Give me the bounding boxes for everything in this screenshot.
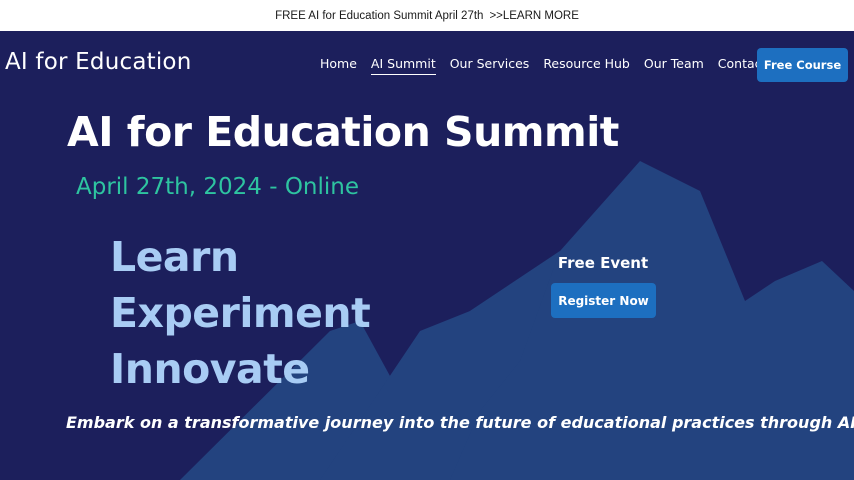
hero-words: Learn Experiment Innovate: [110, 229, 371, 397]
word-experiment: Experiment: [110, 289, 371, 337]
site-logo[interactable]: AI for Education: [5, 49, 191, 75]
free-event-label: Free Event: [557, 254, 649, 272]
top-nav: AI for Education Home AI Summit Our Serv…: [0, 31, 854, 99]
nav-item-resource-hub[interactable]: Resource Hub: [543, 56, 630, 75]
free-course-button[interactable]: Free Course: [757, 48, 848, 82]
register-now-button[interactable]: Register Now: [551, 283, 656, 318]
nav-item-home[interactable]: Home: [320, 56, 357, 75]
announcement-bar: FREE AI for Education Summit April 27th …: [0, 0, 854, 31]
hero-section: AI for Education Home AI Summit Our Serv…: [0, 31, 854, 480]
hero-tagline: Embark on a transformative journey into …: [66, 413, 854, 432]
word-learn: Learn: [110, 233, 239, 281]
announcement-text: FREE AI for Education Summit April 27th: [275, 9, 484, 22]
nav-item-ai-summit[interactable]: AI Summit: [370, 56, 436, 75]
nav-item-our-team[interactable]: Our Team: [644, 56, 704, 75]
nav-item-our-services[interactable]: Our Services: [450, 56, 530, 75]
word-innovate: Innovate: [110, 345, 310, 393]
page-title: AI for Education Summit: [67, 108, 619, 156]
event-date: April 27th, 2024 - Online: [76, 174, 360, 200]
nav-menu: Home AI Summit Our Services Resource Hub…: [320, 56, 780, 75]
learn-more-link[interactable]: >>LEARN MORE: [489, 10, 578, 22]
